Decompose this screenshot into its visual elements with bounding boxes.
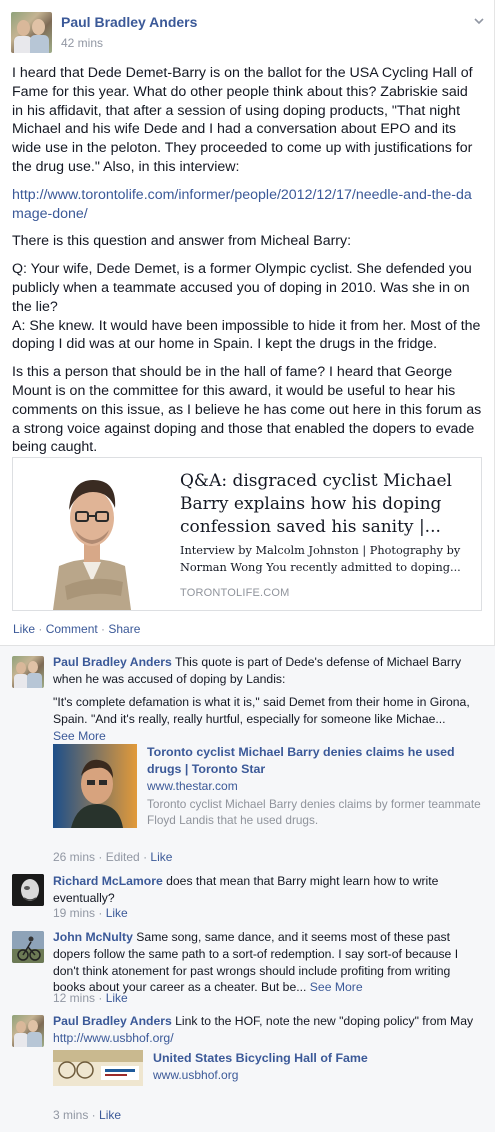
qa-answer: A: She knew. It would have been impossib…	[12, 317, 481, 353]
comment-timestamp[interactable]: 26 mins	[53, 850, 95, 864]
comment-like-button[interactable]: Like	[99, 1108, 121, 1122]
post-link[interactable]: http://www.torontolife.com/informer/peop…	[12, 187, 472, 222]
comment-url[interactable]: http://www.usbhof.org/	[53, 1031, 174, 1045]
link-preview-image[interactable]	[53, 1050, 143, 1086]
comment-link-preview[interactable]: United States Bicycling Hall of Fame www…	[53, 1050, 485, 1090]
commenter-avatar[interactable]	[12, 656, 44, 688]
comment-meta: 26 mins · Edited · Like	[53, 850, 173, 864]
post-paragraph: I heard that Dede Demet-Barry is on the …	[12, 65, 473, 175]
commenter-avatar[interactable]	[12, 1015, 44, 1047]
comment-body: John McNulty Same song, same dance, and …	[53, 929, 485, 996]
comment-quote: "It's complete defamation is what it is,…	[53, 695, 470, 726]
link-preview-title[interactable]: United States Bicycling Hall of Fame	[153, 1050, 493, 1067]
comment-meta: 19 mins · Like	[53, 906, 128, 920]
commenter-name[interactable]: Paul Bradley Anders	[53, 1014, 172, 1028]
link-preview-title[interactable]: Toronto cyclist Michael Barry denies cla…	[147, 744, 487, 778]
like-button[interactable]: Like	[13, 622, 35, 636]
shared-link-description: Interview by Malcolm Johnston | Photogra…	[180, 544, 461, 574]
shared-link-domain: TORONTOLIFE.COM	[180, 587, 290, 599]
see-more-link[interactable]: See More	[53, 729, 106, 743]
chevron-down-icon[interactable]	[472, 14, 486, 28]
commenter-name[interactable]: John McNulty	[53, 930, 133, 944]
link-preview-image[interactable]	[53, 744, 137, 828]
share-button[interactable]: Share	[108, 622, 140, 636]
comment-body: Paul Bradley Anders This quote is part o…	[53, 654, 485, 688]
link-preview-description: Toronto cyclist Michael Barry denies cla…	[147, 797, 481, 828]
comment-timestamp[interactable]: 19 mins	[53, 906, 95, 920]
comment-like-button[interactable]: Like	[106, 991, 128, 1005]
see-more-link[interactable]: See More	[310, 980, 363, 994]
comment-timestamp[interactable]: 12 mins	[53, 991, 95, 1005]
post: Paul Bradley Anders 42 mins I heard that…	[0, 0, 495, 645]
comment-button[interactable]: Comment	[46, 622, 98, 636]
post-paragraph: There is this question and answer from M…	[12, 233, 352, 250]
qa-question: Q: Your wife, Dede Demet, is a former Ol…	[12, 261, 472, 315]
post-body: I heard that Dede Demet-Barry is on the …	[12, 64, 482, 466]
shared-link-title[interactable]: Q&A: disgraced cyclist Michael Barry exp…	[180, 470, 470, 539]
link-preview-url[interactable]: www.thestar.com	[147, 779, 238, 793]
comment-body: Paul Bradley Anders Link to the HOF, not…	[53, 1013, 485, 1047]
commenter-name[interactable]: Paul Bradley Anders	[53, 655, 172, 669]
comment-link-preview[interactable]: Toronto cyclist Michael Barry denies cla…	[53, 744, 485, 830]
post-paragraph: Is this a person that should be in the h…	[12, 364, 482, 456]
separator: ·	[35, 622, 46, 636]
post-author-name[interactable]: Paul Bradley Anders	[61, 14, 197, 30]
comment-text: Link to the HOF, note the new "doping po…	[175, 1014, 474, 1028]
shared-link-image[interactable]	[13, 458, 171, 610]
comment-like-button[interactable]: Like	[106, 906, 128, 920]
post-timestamp[interactable]: 42 mins	[61, 36, 103, 50]
comment-body: Richard McLamore does that mean that Bar…	[53, 873, 485, 907]
edited-label[interactable]: Edited	[106, 850, 140, 864]
comment-quote-block: "It's complete defamation is what it is,…	[53, 694, 485, 744]
separator: ·	[97, 622, 109, 636]
comment-timestamp[interactable]: 3 mins	[53, 1108, 88, 1122]
post-actions: Like · Comment · Share	[13, 622, 140, 636]
commenter-name[interactable]: Richard McLamore	[53, 874, 163, 888]
comments-section: Paul Bradley Anders This quote is part o…	[0, 645, 495, 1132]
comment-meta: 3 mins · Like	[53, 1108, 122, 1122]
link-preview-url[interactable]: www.usbhof.org	[153, 1068, 238, 1082]
commenter-avatar[interactable]	[12, 931, 44, 963]
comment-meta: 12 mins · Like	[53, 991, 128, 1005]
comment-like-button[interactable]: Like	[150, 850, 172, 864]
author-avatar[interactable]	[11, 12, 52, 53]
commenter-avatar[interactable]	[12, 874, 44, 906]
shared-link-card[interactable]: Q&A: disgraced cyclist Michael Barry exp…	[12, 457, 482, 611]
